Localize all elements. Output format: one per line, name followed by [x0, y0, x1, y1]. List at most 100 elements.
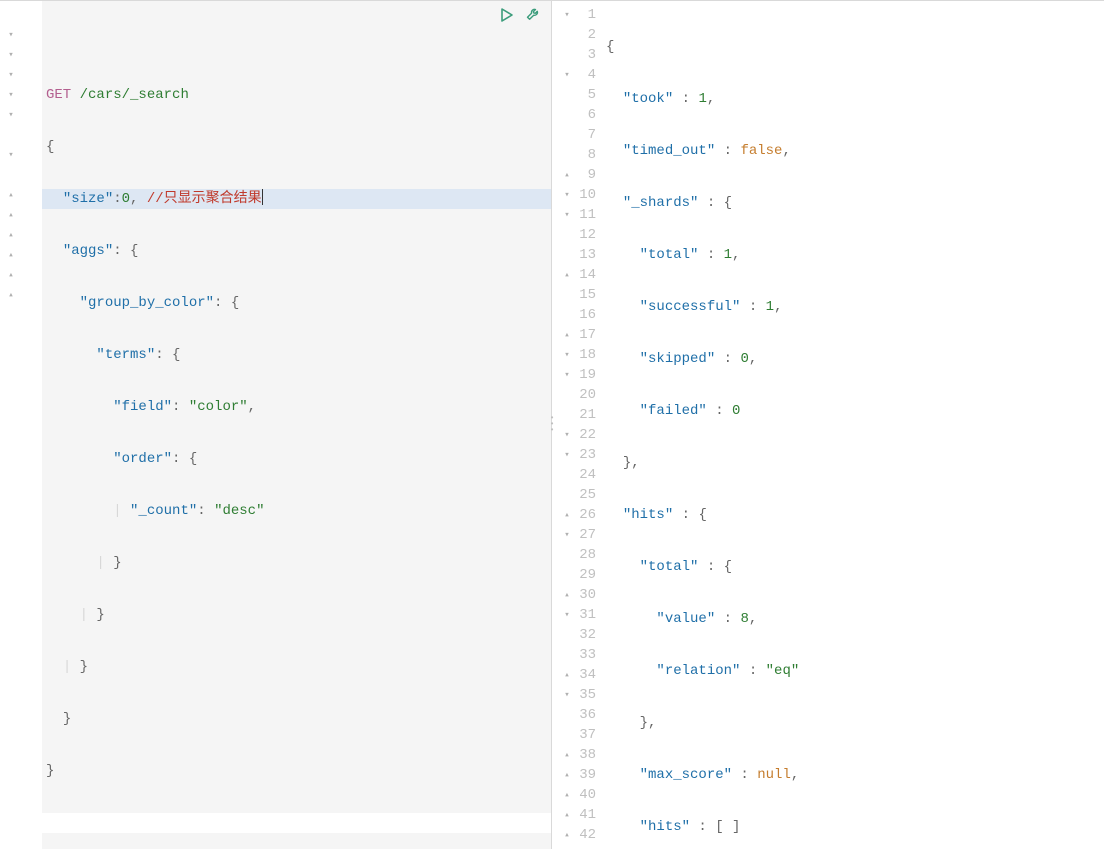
code-line[interactable]: "terms": { [42, 345, 551, 365]
code-line[interactable]: | } [42, 657, 551, 677]
fold-toggle-icon[interactable]: ▾ [6, 105, 16, 125]
fold-toggle-icon[interactable]: ▴ [562, 265, 572, 285]
code-line[interactable]: }, [602, 713, 1104, 733]
request-gutter: ▾▾▾▾▾▾▴▴▴▴▴▴ [0, 1, 42, 849]
fold-toggle-icon[interactable]: ▾ [6, 45, 16, 65]
fold-toggle-icon[interactable]: ▾ [562, 205, 572, 225]
code-line[interactable]: "_shards" : { [602, 193, 1104, 213]
fold-toggle-icon[interactable]: ▾ [6, 25, 16, 45]
fold-toggle-icon[interactable]: ▾ [562, 605, 572, 625]
code-line[interactable]: "value" : 8, [602, 609, 1104, 629]
gutter-line: ▴ [0, 285, 42, 305]
gutter-line: 1▾ [552, 5, 602, 25]
code-line[interactable]: "hits" : [ ] [602, 817, 1104, 837]
fold-toggle-icon[interactable]: ▴ [562, 765, 572, 785]
code-line[interactable]: "total" : 1, [602, 245, 1104, 265]
request-toolbar [497, 5, 543, 25]
code-line[interactable]: "order": { [42, 449, 551, 469]
gutter-line: 42▴ [552, 825, 602, 845]
gutter-line: 15 [552, 285, 602, 305]
code-line[interactable]: { [42, 137, 551, 157]
code-line[interactable]: "successful" : 1, [602, 297, 1104, 317]
gutter-line: 33 [552, 645, 602, 665]
gutter-line: 37 [552, 725, 602, 745]
http-path: /cars/_search [80, 87, 189, 103]
fold-toggle-icon[interactable]: ▴ [562, 325, 572, 345]
fold-toggle-icon[interactable]: ▾ [6, 85, 16, 105]
gutter-line: 18▾ [552, 345, 602, 365]
fold-toggle-icon[interactable]: ▴ [562, 505, 572, 525]
fold-toggle-icon[interactable]: ▾ [562, 525, 572, 545]
code-line[interactable]: { [602, 37, 1104, 57]
fold-toggle-icon[interactable]: ▴ [6, 205, 16, 225]
fold-toggle-icon[interactable]: ▴ [562, 785, 572, 805]
gutter-line: 38▴ [552, 745, 602, 765]
code-line[interactable]: | } [42, 605, 551, 625]
code-line[interactable]: | } [42, 553, 551, 573]
gutter-line: 10▾ [552, 185, 602, 205]
fold-toggle-icon[interactable]: ▾ [562, 425, 572, 445]
request-editor-panel: ▾▾▾▾▾▾▴▴▴▴▴▴ GET /cars/_search { "size":… [0, 1, 552, 849]
gutter-line: 17▴ [552, 325, 602, 345]
fold-toggle-icon[interactable]: ▾ [6, 145, 16, 165]
code-line[interactable]: "timed_out" : false, [602, 141, 1104, 161]
gutter-line: 26▴ [552, 505, 602, 525]
fold-toggle-icon[interactable]: ▾ [562, 65, 572, 85]
gutter-line: 7 [552, 125, 602, 145]
fold-toggle-icon[interactable]: ▴ [6, 265, 16, 285]
gutter-line: 35▾ [552, 685, 602, 705]
fold-toggle-icon[interactable]: ▴ [6, 225, 16, 245]
code-line[interactable]: "field": "color", [42, 397, 551, 417]
code-line[interactable]: "aggs": { [42, 241, 551, 261]
fold-toggle-icon[interactable]: ▾ [562, 445, 572, 465]
wrench-icon[interactable] [523, 5, 543, 25]
fold-toggle-icon[interactable]: ▴ [562, 745, 572, 765]
code-line[interactable]: "group_by_color": { [42, 293, 551, 313]
fold-toggle-icon[interactable]: ▾ [562, 345, 572, 365]
gutter-line: ▾ [0, 65, 42, 85]
gutter-line: ▴ [0, 205, 42, 225]
gutter-line: 36 [552, 705, 602, 725]
gutter-line: 23▾ [552, 445, 602, 465]
fold-toggle-icon[interactable]: ▾ [562, 365, 572, 385]
fold-toggle-icon[interactable]: ▴ [562, 805, 572, 825]
fold-toggle-icon[interactable]: ▴ [6, 285, 16, 305]
code-line[interactable]: "relation" : "eq" [602, 661, 1104, 681]
fold-toggle-icon[interactable]: ▴ [6, 185, 16, 205]
code-line[interactable]: "failed" : 0 [602, 401, 1104, 421]
fold-toggle-icon[interactable]: ▴ [562, 825, 572, 845]
fold-toggle-icon[interactable]: ▴ [6, 245, 16, 265]
code-line[interactable]: "skipped" : 0, [602, 349, 1104, 369]
gutter-line: 13 [552, 245, 602, 265]
gutter-line: 12 [552, 225, 602, 245]
text-cursor [262, 189, 263, 205]
gutter-line: 32 [552, 625, 602, 645]
code-line[interactable]: GET /cars/_search [42, 85, 551, 105]
gutter-line: 28 [552, 545, 602, 565]
request-code[interactable]: GET /cars/_search { "size":0, //只显示聚合结果 … [42, 1, 551, 849]
gutter-line: 21 [552, 405, 602, 425]
code-line[interactable]: } [42, 761, 551, 781]
fold-toggle-icon[interactable]: ▴ [562, 585, 572, 605]
fold-toggle-icon[interactable]: ▾ [6, 65, 16, 85]
code-line[interactable]: "took" : 1, [602, 89, 1104, 109]
fold-toggle-icon[interactable]: ▴ [562, 165, 572, 185]
fold-toggle-icon[interactable]: ▾ [562, 185, 572, 205]
gutter-line [0, 5, 42, 25]
code-line[interactable]: }, [602, 453, 1104, 473]
gutter-line: 20 [552, 385, 602, 405]
code-line[interactable]: } [42, 709, 551, 729]
code-line[interactable]: | "_count": "desc" [42, 501, 551, 521]
code-line[interactable] [42, 813, 551, 833]
gutter-line: 24 [552, 465, 602, 485]
code-line[interactable]: "max_score" : null, [602, 765, 1104, 785]
code-line[interactable]: "total" : { [602, 557, 1104, 577]
gutter-line: 39▴ [552, 765, 602, 785]
code-line[interactable]: "size":0, //只显示聚合结果 [42, 189, 551, 209]
fold-toggle-icon[interactable]: ▴ [562, 665, 572, 685]
code-line[interactable]: "hits" : { [602, 505, 1104, 525]
fold-toggle-icon[interactable]: ▾ [562, 685, 572, 705]
play-icon[interactable] [497, 5, 517, 25]
fold-toggle-icon[interactable]: ▾ [562, 5, 572, 25]
response-code[interactable]: { "took" : 1, "timed_out" : false, "_sha… [602, 1, 1104, 849]
